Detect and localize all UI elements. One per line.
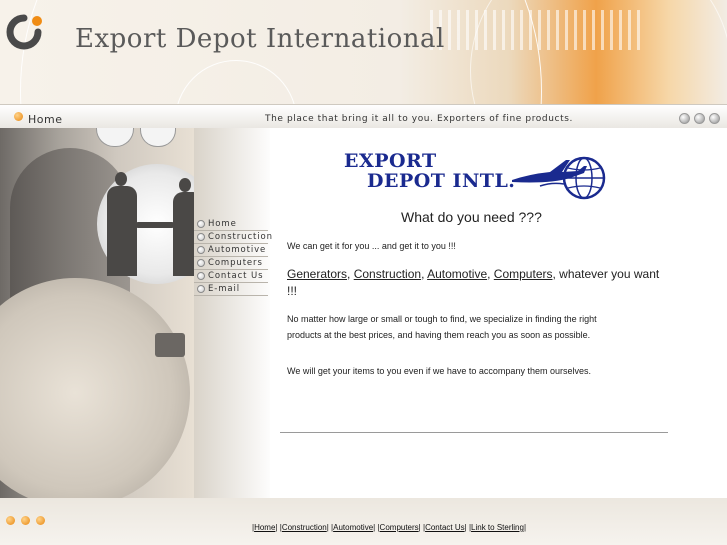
nav-item-construction[interactable]: Construction (194, 231, 272, 244)
nav-item-automotive[interactable]: Automotive (194, 244, 268, 257)
side-nav: Home Construction Automotive Computers C… (194, 218, 272, 296)
plane-globe-icon (512, 156, 606, 200)
nav-item-label: Automotive (208, 245, 267, 255)
footer-link-contact-us[interactable]: Contact Us (425, 523, 465, 532)
nav-item-email[interactable]: E-mail (194, 283, 268, 296)
footer-link-automotive[interactable]: Automotive (333, 523, 373, 532)
nav-item-label: Computers (208, 258, 263, 268)
link-automotive[interactable]: Automotive (427, 267, 487, 281)
person-body (107, 186, 137, 276)
footer-link-construction[interactable]: Construction (282, 523, 327, 532)
headline: What do you need ??? (401, 209, 542, 225)
link-generators[interactable]: Generators (287, 267, 347, 281)
link-construction[interactable]: Construction (354, 267, 421, 281)
footer-link-sterling[interactable]: Link to Sterling (471, 523, 524, 532)
nav-bullet-icon (197, 285, 205, 293)
body-paragraph: We will get your items to you even if we… (287, 366, 591, 376)
round-button-icon[interactable] (709, 113, 720, 124)
nav-bullet-icon (197, 272, 205, 280)
nav-item-contact-us[interactable]: Contact Us (194, 270, 268, 283)
nav-bullet-icon (197, 246, 205, 254)
product-links-line: Generators, Construction, Automotive, Co… (287, 267, 660, 298)
nav-item-label: Contact Us (208, 271, 264, 281)
nav-item-label: Construction (208, 232, 273, 242)
person-head (115, 172, 127, 186)
nav-item-label: Home (208, 219, 237, 229)
footer-link-computers[interactable]: Computers (380, 523, 419, 532)
body-paragraph: No matter how large or small or tough to… (287, 314, 597, 340)
brand-logo-line1: EXPORT (344, 150, 437, 172)
nav-item-home[interactable]: Home (194, 218, 268, 231)
company-logo-icon (6, 14, 42, 50)
nav-item-computers[interactable]: Computers (194, 257, 268, 270)
orange-button-icon[interactable] (36, 516, 45, 525)
photo-desk (0, 278, 190, 498)
orange-button-icon[interactable] (6, 516, 15, 525)
link-computers[interactable]: Computers (494, 267, 553, 281)
tagline: The place that bring it all to you. Expo… (265, 114, 573, 124)
decorative-stripes (430, 10, 640, 50)
nav-bullet-icon (197, 220, 205, 228)
brand-logo-line2: DEPOT INTL. (367, 170, 516, 192)
home-bullet-icon (14, 112, 23, 121)
footer-links: |Home| |Construction| |Automotive| |Comp… (252, 523, 527, 532)
photo-phone (155, 333, 185, 357)
nav-item-label: E-mail (208, 284, 241, 294)
nav-bullet-icon (197, 259, 205, 267)
handshake (135, 222, 175, 228)
nav-bullet-icon (197, 233, 205, 241)
content-fade (194, 128, 274, 498)
site-title: Export Depot International (75, 24, 445, 54)
orange-button-icon[interactable] (21, 516, 30, 525)
home-tab[interactable]: Home (28, 113, 62, 126)
round-button-icon[interactable] (679, 113, 690, 124)
person-head (179, 178, 191, 192)
round-button-icon[interactable] (694, 113, 705, 124)
intro-text: We can get it for you ... and get it to … (287, 241, 456, 251)
footer-link-home[interactable]: Home (254, 523, 275, 532)
footer (0, 498, 727, 545)
content-divider (280, 432, 668, 433)
